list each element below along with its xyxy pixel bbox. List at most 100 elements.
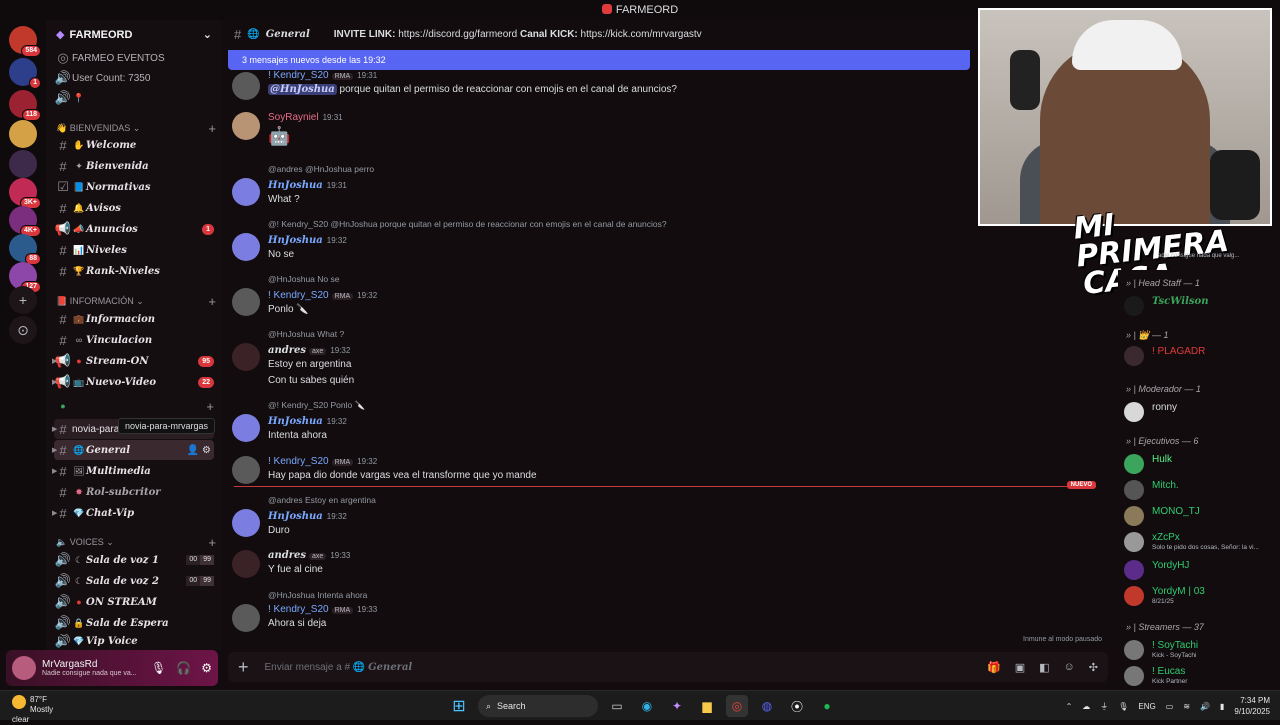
member-item[interactable]: ! PLAGADR [1124,344,1274,366]
add-channel-icon[interactable]: + [208,294,216,309]
server-icon[interactable]: 3K+ [9,178,41,209]
reply-preview[interactable]: @! Kendry_S20 Ponlo 🔪 [268,400,365,411]
avatar[interactable] [232,178,260,206]
category-bienvenidas[interactable]: 👋 BIENVENIDAS ⌄ + [56,120,216,136]
add-attachment-icon[interactable]: + [238,657,249,678]
channel-actions[interactable]: 👤⚙ [187,445,214,456]
avatar[interactable] [232,233,260,261]
server-icon[interactable]: 1 [9,58,41,89]
reply-preview[interactable]: @HnJoshua No se [268,274,340,284]
mention[interactable]: @HnJoshua [268,84,337,95]
channel-welcome[interactable]: # ✋ Welcome [54,135,214,155]
server-header[interactable]: ◆ FARMEORD ⌄ [46,20,222,48]
channel-bienvenida[interactable]: # ✦ Bienvenida [54,156,214,176]
chrome-icon[interactable]: ◎ [726,695,748,717]
channel-avisos[interactable]: # 🔔 Avisos [54,198,214,218]
taskbar-search[interactable]: ⌕ Search [478,695,598,717]
member-item[interactable]: ronny [1124,400,1274,422]
message-author[interactable]: ! Kendry_S20 RMA 19:31 [268,70,377,81]
discover-icon[interactable]: ⊙ [9,316,37,344]
add-channel-icon[interactable]: + [208,121,216,136]
kick-link[interactable]: https://kick.com/mrvargastv [581,29,702,40]
server-icon[interactable] [9,120,37,148]
voice-sala-1[interactable]: 🔊 ☾ Sala de voz 1 00 99 [54,550,214,570]
member-item[interactable]: MONO_TJ [1124,504,1274,526]
channel-farmeo-eventos[interactable]: ◎ FARMEO EVENTOS [54,48,214,68]
avatar[interactable] [232,509,260,537]
add-server-icon[interactable]: + [9,286,37,314]
server-icon[interactable]: 88 [9,234,41,265]
message-author[interactable]: andres axe 19:32 [268,345,350,356]
channel-rol-subcritor[interactable]: # ✸ Rol-subcritor [54,482,214,502]
gift-icon[interactable]: 🎁 [987,661,1001,674]
channel-general[interactable]: ▶ # 🌐 General 👤⚙ [52,440,214,460]
discord-icon[interactable]: ◍ [756,695,778,717]
usb-icon[interactable]: ⏚ [1100,701,1108,712]
battery-icon[interactable]: ▮ [1220,702,1224,711]
voice-sala-2[interactable]: 🔊 ☾ Sala de voz 2 00 99 [54,571,214,591]
category-collapsed[interactable]: ● + [54,398,214,414]
channel-chat-vip[interactable]: ▶ # 💎 Chat-Vip [52,503,214,523]
file-explorer-icon[interactable]: ▆ [696,695,718,717]
reply-preview[interactable]: @HnJoshua What ? [268,329,344,339]
message-author[interactable]: HnJoshua 19:32 [268,235,347,246]
message-author[interactable]: HnJoshua 19:32 [268,511,347,522]
weather-widget[interactable]: 87°F Mostly clear [12,695,55,725]
copilot-icon[interactable]: ✦ [666,695,688,717]
message-author[interactable]: ! Kendry_S20 RMA 19:32 [268,290,377,301]
channel-misc[interactable]: 🔊 📍 [54,88,214,108]
channel-informacion[interactable]: # 💼 Informacion [54,309,214,329]
windows-start-icon[interactable]: ⊞ [448,695,470,717]
clock[interactable]: 7:34 PM 9/10/2025 [1234,695,1270,717]
microphone-icon[interactable]: 🎙 [151,661,166,675]
reply-preview[interactable]: @andres @HnJoshua perro [268,164,374,174]
category-voices[interactable]: 🔈 VOICES ⌄ + [56,534,216,550]
spotify-icon[interactable]: ● [816,695,838,717]
user-panel[interactable]: MrVargasRd Nadie consigue nada que va... … [6,650,218,686]
message-author[interactable]: ! Kendry_S20 RMA 19:33 [268,604,377,615]
avatar[interactable] [232,456,260,484]
reply-preview[interactable]: @andres Estoy en argentina [268,495,376,505]
server-icon[interactable]: 584 [9,26,41,57]
voice-vip[interactable]: 🔊 💎 Vip Voice [54,634,214,648]
voice-sala-espera[interactable]: 🔊 🔒 Sala de Espera [54,613,214,633]
avatar[interactable] [232,288,260,316]
message-author[interactable]: HnJoshua 19:32 [268,416,347,427]
reply-preview[interactable]: @! Kendry_S20 @HnJoshua porque quitan el… [268,219,667,229]
volume-icon[interactable]: 🔊 [1200,702,1210,711]
message-composer[interactable]: + Enviar mensaje a # 🌐 General 🎁 ▣ ◧ ☺ ✣ [228,652,1108,682]
avatar[interactable] [232,112,260,140]
member-item[interactable]: TscWilson [1124,294,1274,316]
sticker-icon[interactable]: ◧ [1039,661,1049,674]
channel-rank-niveles[interactable]: # 🏆 Rank-Niveles [54,261,214,281]
emoji-icon[interactable]: ☺ [1064,661,1075,674]
member-item[interactable]: Mitch. [1124,478,1274,500]
cloud-icon[interactable]: ☁ [1082,702,1090,711]
add-channel-icon[interactable]: + [208,535,216,550]
message-author[interactable]: ! Kendry_S20 RMA 19:32 [268,456,377,467]
message-author[interactable]: SoyRayniel 19:31 [268,112,343,123]
voice-on-stream[interactable]: 🔊 ● ON STREAM [54,592,214,612]
channel-multimedia[interactable]: ▶ # 🖼 Multimedia [52,461,214,481]
channel-nuevo-video[interactable]: ▶ 📢 📺 Nuevo-Video 22 [52,372,214,392]
obs-icon[interactable]: ⦿ [786,695,808,717]
member-item[interactable]: Hulk [1124,452,1274,474]
member-item[interactable]: ! SoyTachi Kick - SoyTachi [1124,638,1274,660]
member-item[interactable]: YordyM | 03 8/21/25 [1124,584,1274,606]
server-icon[interactable]: 4K+ [9,206,41,237]
new-messages-bar[interactable]: 3 mensajes nuevos desde las 19:32 [228,50,970,70]
gear-icon[interactable]: ⚙ [201,661,212,675]
add-channel-icon[interactable]: + [206,399,214,414]
member-item[interactable]: YordyHJ [1124,558,1274,580]
message-author[interactable]: HnJoshua 19:31 [268,180,347,191]
wifi-icon[interactable]: ≋ [1183,702,1190,711]
mic-icon[interactable]: 🎙 [1118,702,1128,711]
avatar[interactable] [232,343,260,371]
headphones-icon[interactable]: 🎧 [176,661,191,675]
channel-vinculacion[interactable]: # ∞ Vinculacion [54,330,214,350]
channel-anuncios[interactable]: 📢 📣 Anuncios 1 [54,219,214,239]
channel-stream-on[interactable]: ▶ 📢 ● Stream-ON 95 [52,351,214,371]
chevron-up-icon[interactable]: ⌃ [1066,702,1073,711]
gif-icon[interactable]: ▣ [1015,661,1025,674]
channel-niveles[interactable]: # 📊 Niveles [54,240,214,260]
